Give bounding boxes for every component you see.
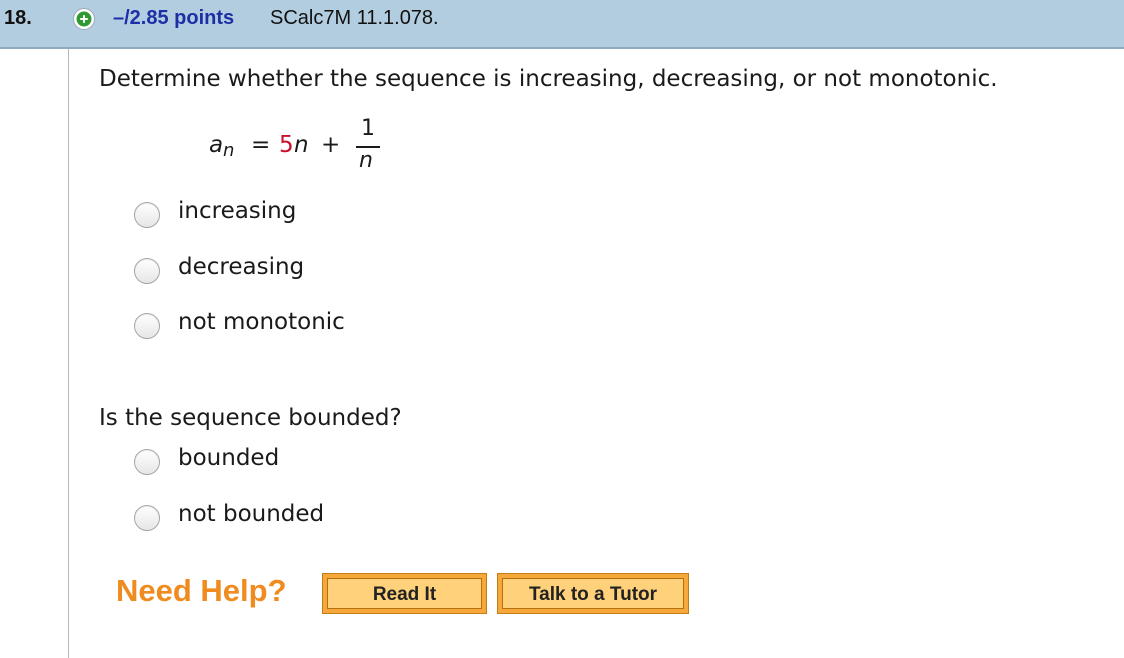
option-label-not-monotonic: not monotonic bbox=[178, 309, 345, 335]
points-value: –/2.85 points bbox=[113, 7, 235, 29]
bounded-question-prompt: Is the sequence bounded? bbox=[99, 405, 402, 431]
radio-decreasing[interactable] bbox=[134, 258, 160, 284]
option-label-decreasing: decreasing bbox=[178, 254, 305, 280]
need-help-label: Need Help? bbox=[116, 573, 287, 608]
radio-increasing[interactable] bbox=[134, 202, 160, 228]
option-label-increasing: increasing bbox=[178, 198, 297, 224]
sequence-formula: a n = 5 n + 1 n bbox=[209, 116, 389, 178]
option-label-bounded: bounded bbox=[178, 445, 280, 471]
radio-not-monotonic[interactable] bbox=[134, 313, 160, 339]
formula-numerator: 1 bbox=[361, 116, 375, 141]
formula-equals: = bbox=[251, 132, 271, 158]
question-source: SCalc7M 11.1.078. bbox=[270, 7, 439, 29]
plus-circle-icon[interactable] bbox=[72, 7, 96, 31]
question-prompt: Determine whether the sequence is increa… bbox=[99, 66, 998, 92]
question-header: 18. –/2.85 points SCalc7M 11.1.078. bbox=[0, 0, 1124, 49]
radio-not-bounded[interactable] bbox=[134, 505, 160, 531]
formula-coefficient: 5 bbox=[279, 132, 294, 158]
question-number: 18. bbox=[4, 7, 32, 29]
radio-bounded[interactable] bbox=[134, 449, 160, 475]
talk-to-tutor-label: Talk to a Tutor bbox=[502, 578, 684, 609]
formula-a: a bbox=[209, 132, 224, 158]
formula-plus: + bbox=[321, 132, 341, 158]
formula-variable: n bbox=[294, 132, 309, 158]
formula-denominator: n bbox=[359, 148, 373, 173]
read-it-label: Read It bbox=[327, 578, 482, 609]
formula-subscript: n bbox=[223, 140, 235, 161]
option-label-not-bounded: not bounded bbox=[178, 501, 325, 527]
read-it-button[interactable]: Read It bbox=[322, 573, 487, 614]
talk-to-tutor-button[interactable]: Talk to a Tutor bbox=[497, 573, 689, 614]
left-divider bbox=[68, 49, 69, 658]
